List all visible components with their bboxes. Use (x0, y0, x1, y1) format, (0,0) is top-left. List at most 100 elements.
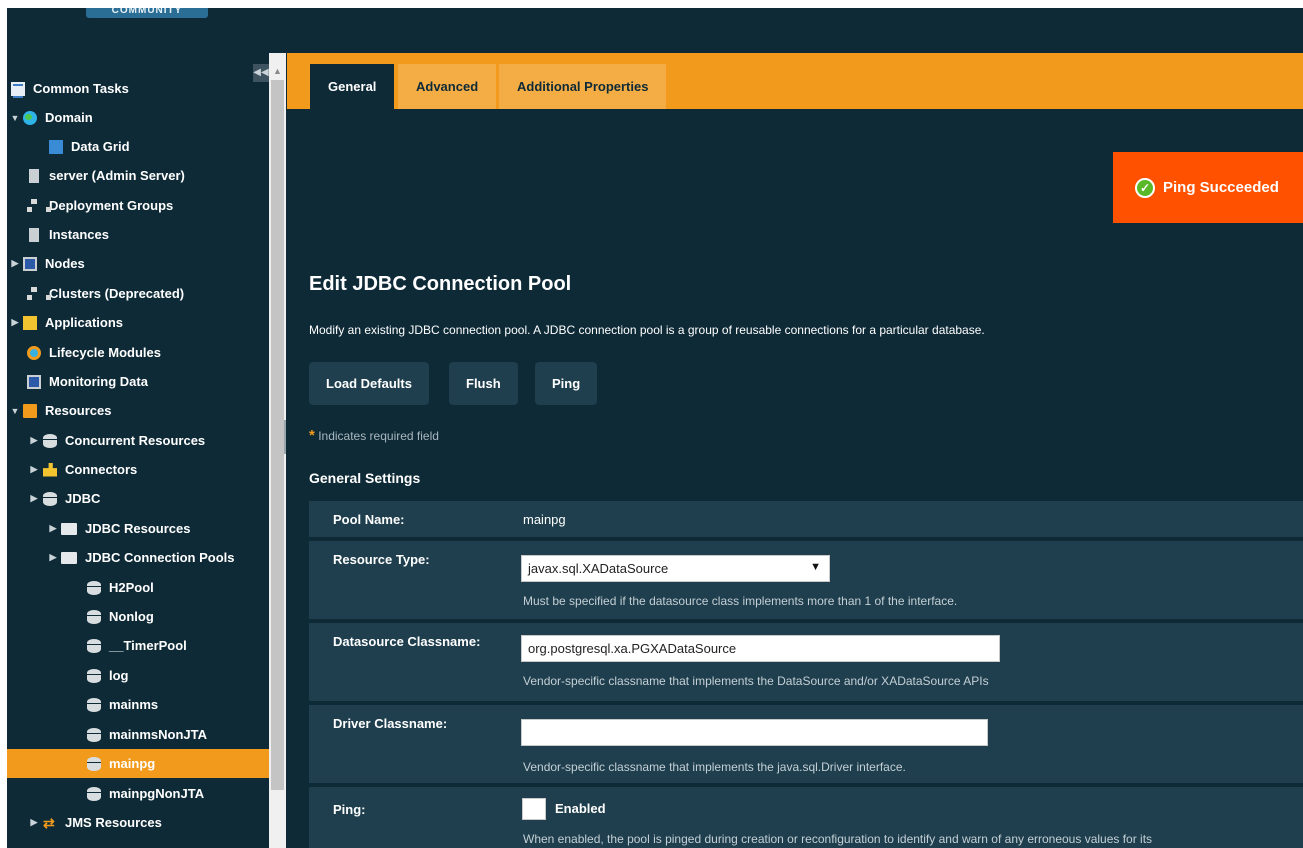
tab-general[interactable]: General (310, 64, 395, 109)
tree-item-label: Nodes (45, 256, 85, 271)
tree-item-mainmsnonjta[interactable]: mainmsNonJTA (7, 720, 269, 749)
datasource-classname-input[interactable]: org.postgresql.xa.PGXADataSource (521, 635, 1000, 662)
tree-item-label: mainmsNonJTA (109, 727, 207, 742)
scroll-up-arrow-icon[interactable]: ▲ (269, 63, 286, 80)
ping-success-toast: ✓ Ping Succeeded (1113, 152, 1303, 223)
lifecycle-icon (27, 345, 41, 360)
datasource-classname-label: Datasource Classname: (333, 634, 481, 649)
scroll-thumb[interactable] (271, 80, 284, 790)
tree-item-resources[interactable]: ▼ Resources (7, 396, 269, 425)
tree-item-jdbc[interactable]: ▶ JDBC (7, 484, 269, 513)
tree-item-label: log (109, 668, 129, 683)
tree-item-domain[interactable]: ▼ Domain (7, 103, 269, 132)
tree-item-mainpg[interactable]: mainpg (7, 749, 269, 778)
tree-item-label: Monitoring Data (49, 374, 148, 389)
tree-item-label: JDBC Connection Pools (85, 550, 235, 565)
check-icon: ✓ (1135, 177, 1155, 198)
monitor-icon (23, 256, 37, 271)
driver-classname-row: Driver Classname: Vendor-specific classn… (309, 705, 1303, 783)
tree-item-instances[interactable]: Instances (7, 220, 269, 249)
dropdown-arrow-icon: ▼ (810, 561, 821, 573)
expand-arrow-icon[interactable]: ▶ (10, 317, 20, 328)
tree-item-connectors[interactable]: ▶ Connectors (7, 455, 269, 484)
monitor-icon (27, 374, 41, 389)
sidebar-collapse-button[interactable]: ◀◀ (253, 64, 269, 82)
navigation-tree: Common Tasks ▼ Domain Data Grid server (… (7, 53, 269, 848)
tree-item-jdbc-connection-pools[interactable]: ▶ JDBC Connection Pools (7, 543, 269, 572)
tree-item-label: Connectors (65, 462, 138, 477)
datasource-classname-row: Datasource Classname: org.postgresql.xa.… (309, 623, 1303, 701)
tree-item-deployment-groups[interactable]: Deployment Groups (7, 191, 269, 220)
load-defaults-button[interactable]: Load Defaults (309, 362, 429, 405)
tab-bar: General Advanced Additional Properties (287, 53, 1303, 109)
tree-item-mainpgnonjta[interactable]: mainpgNonJTA (7, 779, 269, 808)
expand-arrow-icon[interactable]: ▶ (48, 552, 58, 563)
connector-icon (43, 462, 57, 477)
edition-badge: COMMUNITY (86, 8, 208, 18)
tree-item-mainms[interactable]: mainms (7, 690, 269, 719)
tree-item-monitoring-data[interactable]: Monitoring Data (7, 367, 269, 396)
database-icon (87, 756, 101, 771)
expand-arrow-icon[interactable]: ▶ (29, 464, 39, 475)
tree-item-lifecycle-modules[interactable]: Lifecycle Modules (7, 338, 269, 367)
tab-additional-properties[interactable]: Additional Properties (499, 64, 667, 109)
tab-advanced[interactable]: Advanced (398, 64, 497, 109)
expand-arrow-icon[interactable]: ▶ (29, 817, 39, 828)
tree-item-jdbc-resources[interactable]: ▶ JDBC Resources (7, 514, 269, 543)
grid-icon (49, 139, 63, 154)
driver-classname-input[interactable] (521, 719, 988, 746)
database-icon (87, 668, 101, 683)
ping-enabled-checkbox[interactable] (522, 798, 546, 820)
resource-type-selected-value: javax.sql.XADataSource (528, 561, 669, 576)
tree-item-nonlog[interactable]: Nonlog (7, 602, 269, 631)
ping-help: When enabled, the pool is pinged during … (523, 832, 1153, 846)
tree-item-label: Data Grid (71, 139, 130, 154)
driver-classname-label: Driver Classname: (333, 716, 448, 731)
section-title: General Settings (309, 470, 421, 486)
tree-item-label: H2Pool (109, 580, 154, 595)
tree-item-concurrent-resources[interactable]: ▶ Concurrent Resources (7, 426, 269, 455)
page-description: Modify an existing JDBC connection pool.… (309, 323, 985, 337)
expand-arrow-icon[interactable]: ▼ (10, 406, 20, 416)
tree-item-common-tasks[interactable]: Common Tasks (7, 74, 269, 103)
tree-item-log[interactable]: log (7, 661, 269, 690)
tree-item-h2pool[interactable]: H2Pool (7, 573, 269, 602)
tree-item-nodes[interactable]: ▶ Nodes (7, 249, 269, 278)
tree-item-jms-resources[interactable]: ▶ ⇄ JMS Resources (7, 808, 269, 837)
tree-item-label: Clusters (Deprecated) (49, 286, 185, 301)
server-icon (29, 168, 39, 183)
pane-splitter-handle[interactable] (284, 420, 286, 454)
database-icon (87, 786, 101, 801)
tree-item-label: Concurrent Resources (65, 433, 206, 448)
tree-item-admin-server[interactable]: server (Admin Server) (7, 161, 269, 190)
tree-item-label: Resources (45, 403, 112, 418)
tree-item-clusters[interactable]: Clusters (Deprecated) (7, 279, 269, 308)
tree-item-label: Instances (49, 227, 109, 242)
tree-item-applications[interactable]: ▶ Applications (7, 308, 269, 337)
main-content: General Advanced Additional Properties ✓… (287, 53, 1303, 848)
ping-row: Ping: Enabled When enabled, the pool is … (309, 787, 1303, 848)
ping-enabled-label: Enabled (555, 801, 606, 816)
expand-arrow-icon[interactable]: ▶ (29, 435, 39, 446)
ping-label: Ping: (333, 802, 366, 817)
datasource-classname-value: org.postgresql.xa.PGXADataSource (528, 641, 737, 656)
tree-item-timerpool[interactable]: __TimerPool (7, 631, 269, 660)
tree-item-label: mainpg (109, 756, 156, 771)
page-title: Edit JDBC Connection Pool (309, 273, 572, 295)
tree-item-data-grid[interactable]: Data Grid (7, 132, 269, 161)
flush-button[interactable]: Flush (449, 362, 518, 405)
ping-button[interactable]: Ping (535, 362, 598, 405)
expand-arrow-icon[interactable]: ▶ (29, 493, 39, 504)
edition-badge-text: COMMUNITY (111, 8, 183, 16)
expand-arrow-icon[interactable]: ▶ (10, 258, 20, 269)
expand-arrow-icon[interactable]: ▶ (48, 523, 58, 534)
pool-name-row: Pool Name: mainpg (309, 501, 1303, 537)
resource-type-label: Resource Type: (333, 552, 430, 567)
window-left-edge (0, 0, 7, 848)
required-star: * (309, 427, 315, 444)
tree-item-label: Nonlog (109, 609, 154, 624)
expand-arrow-icon[interactable]: ▼ (10, 113, 20, 123)
resource-type-select[interactable]: javax.sql.XADataSource ▼ (521, 555, 830, 582)
tree-item-label: Deployment Groups (49, 198, 174, 213)
tasks-icon (11, 81, 25, 98)
